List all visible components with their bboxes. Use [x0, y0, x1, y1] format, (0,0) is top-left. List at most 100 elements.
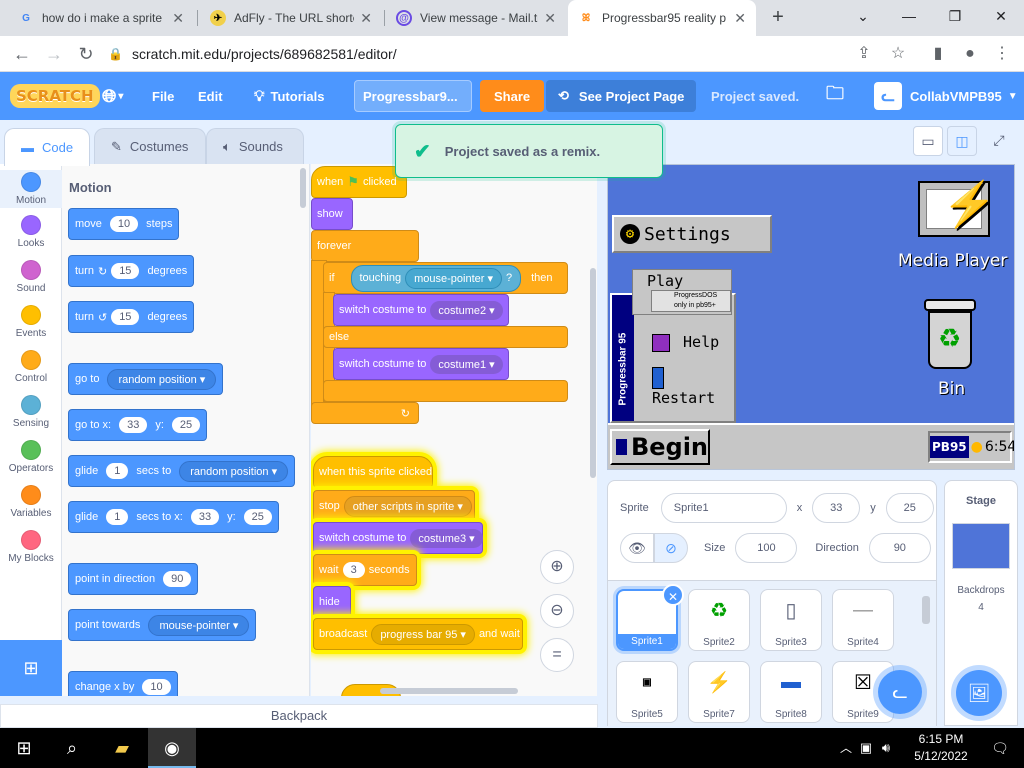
search-icon[interactable]: ⌕	[48, 728, 96, 768]
direction-input[interactable]: 90	[868, 533, 931, 563]
block-input[interactable]: 15	[111, 263, 140, 279]
profile-icon[interactable]: ●	[958, 42, 982, 66]
new-tab-button[interactable]: +	[766, 6, 790, 30]
category-motion[interactable]: Motion	[0, 170, 62, 208]
tab-sounds[interactable]: 🔈︎ Sounds	[206, 128, 304, 164]
share-page-icon[interactable]: ⇪	[852, 42, 876, 66]
block-hide[interactable]: hide	[313, 586, 351, 618]
palette-scrollbar[interactable]	[300, 168, 306, 208]
block-input[interactable]: 15	[111, 309, 140, 325]
block-dropdown[interactable]: costume2	[430, 300, 503, 320]
block-dropdown[interactable]: costume3	[410, 528, 483, 548]
volume-icon[interactable]: 🔊︎	[876, 728, 896, 768]
workspace-horizontal-scrollbar[interactable]	[380, 688, 518, 694]
sprite-tile[interactable]: ♻ Sprite2	[688, 589, 750, 651]
close-icon[interactable]: ✕	[172, 10, 184, 27]
sprite-tile[interactable]: ▣ Sprite5	[616, 661, 678, 723]
block-dropdown[interactable]: random position	[107, 368, 217, 390]
block-switch-costume[interactable]: switch costume to costume3	[313, 522, 483, 554]
block-wait[interactable]: wait 3 seconds	[313, 554, 417, 586]
system-clock[interactable]: 6:15 PM 5/12/2022	[908, 731, 974, 765]
block-touching[interactable]: touching mouse-pointer ?	[350, 264, 522, 292]
notifications-icon[interactable]: 🗨︎	[980, 728, 1020, 768]
forward-arrow-icon[interactable]: →	[42, 42, 66, 66]
sprite-tile[interactable]: ⚡ Sprite7	[688, 661, 750, 723]
chevron-up-icon[interactable]: ︿	[836, 728, 856, 768]
sprite-name-input[interactable]: Sprite1	[660, 493, 787, 523]
reload-icon[interactable]: ↻	[74, 42, 98, 66]
choose-sprite-button[interactable]: ᓚ	[878, 670, 922, 714]
block-broadcast-and-wait[interactable]: broadcast progress bar 95 and wait	[313, 618, 523, 650]
browser-tab-2[interactable]: ✈ AdFly - The URL shorte ✕	[200, 0, 382, 36]
block-when-sprite-clicked[interactable]: when this sprite clicked	[313, 456, 433, 488]
menu-item-help[interactable]: Help	[652, 333, 719, 352]
block-input[interactable]: 1	[106, 509, 129, 525]
fullscreen-button[interactable]: ⤢	[984, 126, 1014, 156]
block-move-steps[interactable]: move 10 steps	[68, 208, 180, 240]
block-go-to-xy[interactable]: go to x: 33 y: 25	[68, 409, 208, 441]
category-sound[interactable]: Sound	[0, 260, 62, 294]
x-input[interactable]: 33	[812, 493, 861, 523]
back-arrow-icon[interactable]: ←	[10, 42, 34, 66]
account-menu[interactable]: ᓚ CollabVMPB95 ▼	[874, 72, 1018, 120]
menu-item-restart[interactable]: Restart	[652, 367, 734, 407]
block-input[interactable]: 25	[171, 417, 201, 433]
see-project-page-button[interactable]: ⟲ See Project Page	[546, 80, 697, 112]
block-input[interactable]: 3	[342, 562, 365, 578]
zoom-out-button[interactable]: ⊖	[540, 594, 574, 628]
block-dropdown[interactable]: mouse-pointer	[405, 267, 502, 289]
share-button[interactable]: Share	[480, 80, 545, 112]
block-input[interactable]: 10	[142, 679, 171, 695]
zoom-reset-button[interactable]: =	[540, 638, 574, 672]
block-turn-right[interactable]: turn ↻ 15 degrees	[68, 255, 195, 287]
add-extension-button[interactable]: ⊞	[0, 640, 62, 696]
size-input[interactable]: 100	[735, 533, 798, 563]
block-glide-xy[interactable]: glide 1 secs to x: 33 y: 25	[68, 501, 279, 533]
block-stop[interactable]: stop other scripts in sprite	[313, 490, 475, 522]
tab-costumes[interactable]: ✎ Costumes	[94, 128, 206, 164]
block-input[interactable]: 25	[243, 509, 272, 525]
sprite-list-scrollbar[interactable]	[922, 596, 930, 624]
category-looks[interactable]: Looks	[0, 215, 62, 249]
edit-menu[interactable]: Edit	[198, 72, 223, 120]
chevron-down-icon[interactable]: ⌄	[840, 0, 886, 32]
side-panel-icon[interactable]: ▮	[926, 42, 950, 66]
zoom-in-button[interactable]: ⊕	[540, 550, 574, 584]
show-sprite-button[interactable]: 👁︎	[620, 533, 654, 563]
begin-button[interactable]: Begin	[610, 429, 710, 465]
block-dropdown[interactable]: random position	[179, 460, 289, 482]
category-variables[interactable]: Variables	[0, 485, 62, 519]
tab-code[interactable]: ▬ Code	[4, 128, 91, 166]
my-stuff-folder-icon[interactable]: 🗀	[826, 72, 844, 120]
block-go-to[interactable]: go to random position	[68, 363, 224, 395]
block-point-in-direction[interactable]: point in direction 90	[68, 563, 199, 595]
category-control[interactable]: Control	[0, 350, 62, 384]
browser-tab-3[interactable]: @ View message - Mail.tm ✕	[386, 0, 566, 36]
workspace-vertical-scrollbar[interactable]	[590, 268, 596, 478]
more-menu-icon[interactable]: ⋮	[990, 42, 1014, 66]
globe-icon[interactable]: 🌐︎ ▾	[102, 72, 123, 120]
block-input[interactable]: 1	[106, 463, 129, 479]
network-icon[interactable]: ▣	[856, 728, 876, 768]
block-switch-costume[interactable]: switch costume to costume2	[333, 294, 509, 326]
stage-canvas[interactable]: ⚙ Settings ⚡ Media Player ♻ Bin Progress…	[607, 164, 1015, 470]
block-point-towards[interactable]: point towards mouse-pointer	[68, 609, 257, 641]
block-dropdown[interactable]: progress bar 95	[371, 623, 475, 645]
category-my-blocks[interactable]: My Blocks	[0, 530, 62, 564]
category-operators[interactable]: Operators	[0, 440, 62, 474]
block-forever[interactable]: forever	[311, 230, 419, 262]
category-sensing[interactable]: Sensing	[0, 395, 62, 429]
block-glide-to[interactable]: glide 1 secs to random position	[68, 455, 296, 487]
block-change-x[interactable]: change x by 10	[68, 671, 178, 696]
choose-backdrop-button[interactable]: 🖼︎	[956, 670, 1002, 716]
play-item[interactable]: Play ProgressDOS only in pb95+	[632, 269, 732, 315]
block-turn-left[interactable]: turn ↺ 15 degrees	[68, 301, 195, 333]
block-input[interactable]: 90	[163, 571, 192, 587]
block-when-flag-clicked[interactable]: when ⚑ clicked	[311, 166, 407, 198]
y-input[interactable]: 25	[885, 493, 934, 523]
category-events[interactable]: Events	[0, 305, 62, 339]
block-dropdown[interactable]: other scripts in sprite	[343, 495, 472, 517]
url-field[interactable]: 🔒 scratch.mit.edu/projects/689682581/edi…	[108, 40, 848, 68]
delete-sprite-button[interactable]: ✕	[662, 584, 684, 606]
block-if-else[interactable]: if touching mouse-pointer ? then	[323, 262, 568, 294]
